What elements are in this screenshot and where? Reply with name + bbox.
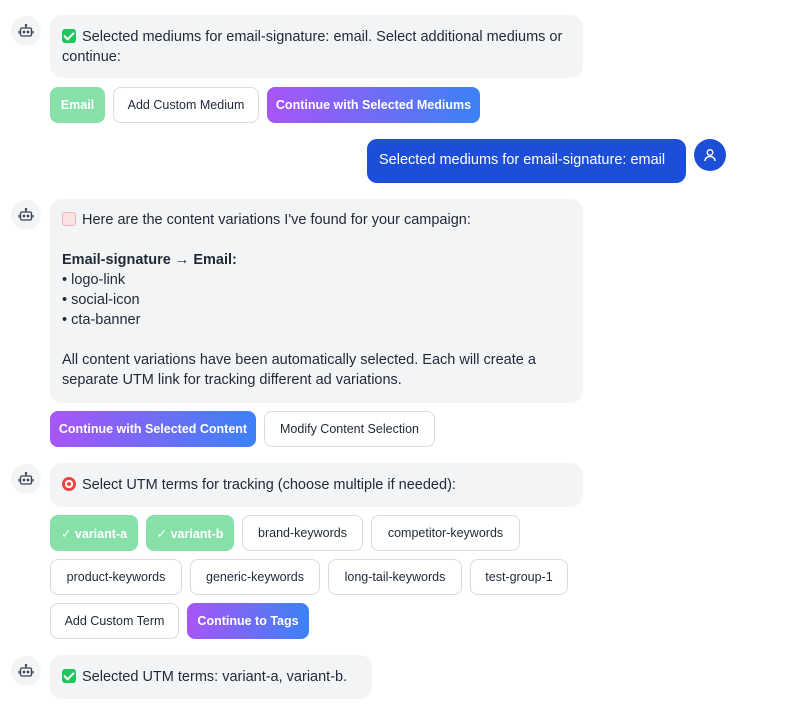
check-mark-icon xyxy=(62,669,76,683)
bot-avatar xyxy=(11,16,41,46)
continue-to-tags-button[interactable]: Continue to Tags xyxy=(187,603,309,639)
term-test-group-1-chip[interactable]: test-group-1 xyxy=(470,559,568,595)
user-avatar xyxy=(694,139,726,171)
content-heading: Email-signature → Email: xyxy=(62,252,237,268)
modify-content-button[interactable]: Modify Content Selection xyxy=(264,411,435,447)
bot-avatar xyxy=(11,464,41,494)
term-variant-a-chip[interactable]: ✓ variant-a xyxy=(50,515,138,551)
medium-email-chip[interactable]: Email xyxy=(50,87,105,123)
bot-message-terms: Select UTM terms for tracking (choose mu… xyxy=(50,463,583,507)
bot-icon xyxy=(18,471,34,485)
bot-message-mediums: Selected mediums for email-signature: em… xyxy=(50,15,583,78)
message-text: Selected mediums for email-signature: em… xyxy=(62,29,563,65)
term-brand-keywords-chip[interactable]: brand-keywords xyxy=(242,515,363,551)
bot-icon xyxy=(18,663,34,677)
content-item: • logo-link xyxy=(62,272,126,288)
content-note: separate UTM link for tracking different… xyxy=(62,372,402,388)
content-item: • cta-banner xyxy=(62,312,141,328)
user-icon xyxy=(704,149,716,162)
term-variant-b-chip[interactable]: ✓ variant-b xyxy=(146,515,234,551)
bot-message-content: Here are the content variations I've fou… xyxy=(50,199,583,403)
term-competitor-keywords-chip[interactable]: competitor-keywords xyxy=(371,515,520,551)
bot-icon xyxy=(18,23,34,37)
continue-mediums-button[interactable]: Continue with Selected Mediums xyxy=(267,87,480,123)
add-custom-medium-button[interactable]: Add Custom Medium xyxy=(113,87,259,123)
add-custom-term-button[interactable]: Add Custom Term xyxy=(50,603,179,639)
bot-avatar xyxy=(11,200,41,230)
user-message: Selected mediums for email-signature: em… xyxy=(367,139,686,183)
content-item: • social-icon xyxy=(62,292,140,308)
term-product-keywords-chip[interactable]: product-keywords xyxy=(50,559,182,595)
bot-message-selected-terms: Selected UTM terms: variant-a, variant-b… xyxy=(50,655,372,699)
message-text: Selected UTM terms: variant-a, variant-b… xyxy=(82,669,348,685)
bot-avatar xyxy=(11,656,41,686)
term-long-tail-keywords-chip[interactable]: long-tail-keywords xyxy=(328,559,462,595)
bot-icon xyxy=(18,207,34,221)
memo-icon xyxy=(62,212,76,226)
target-icon xyxy=(62,477,76,491)
content-intro: Here are the content variations I've fou… xyxy=(62,210,571,230)
term-generic-keywords-chip[interactable]: generic-keywords xyxy=(190,559,320,595)
check-mark-icon xyxy=(62,29,76,43)
message-text: Select UTM terms for tracking (choose mu… xyxy=(82,477,456,493)
continue-content-button[interactable]: Continue with Selected Content xyxy=(50,411,256,447)
content-note: All content variations have been automat… xyxy=(62,352,536,368)
